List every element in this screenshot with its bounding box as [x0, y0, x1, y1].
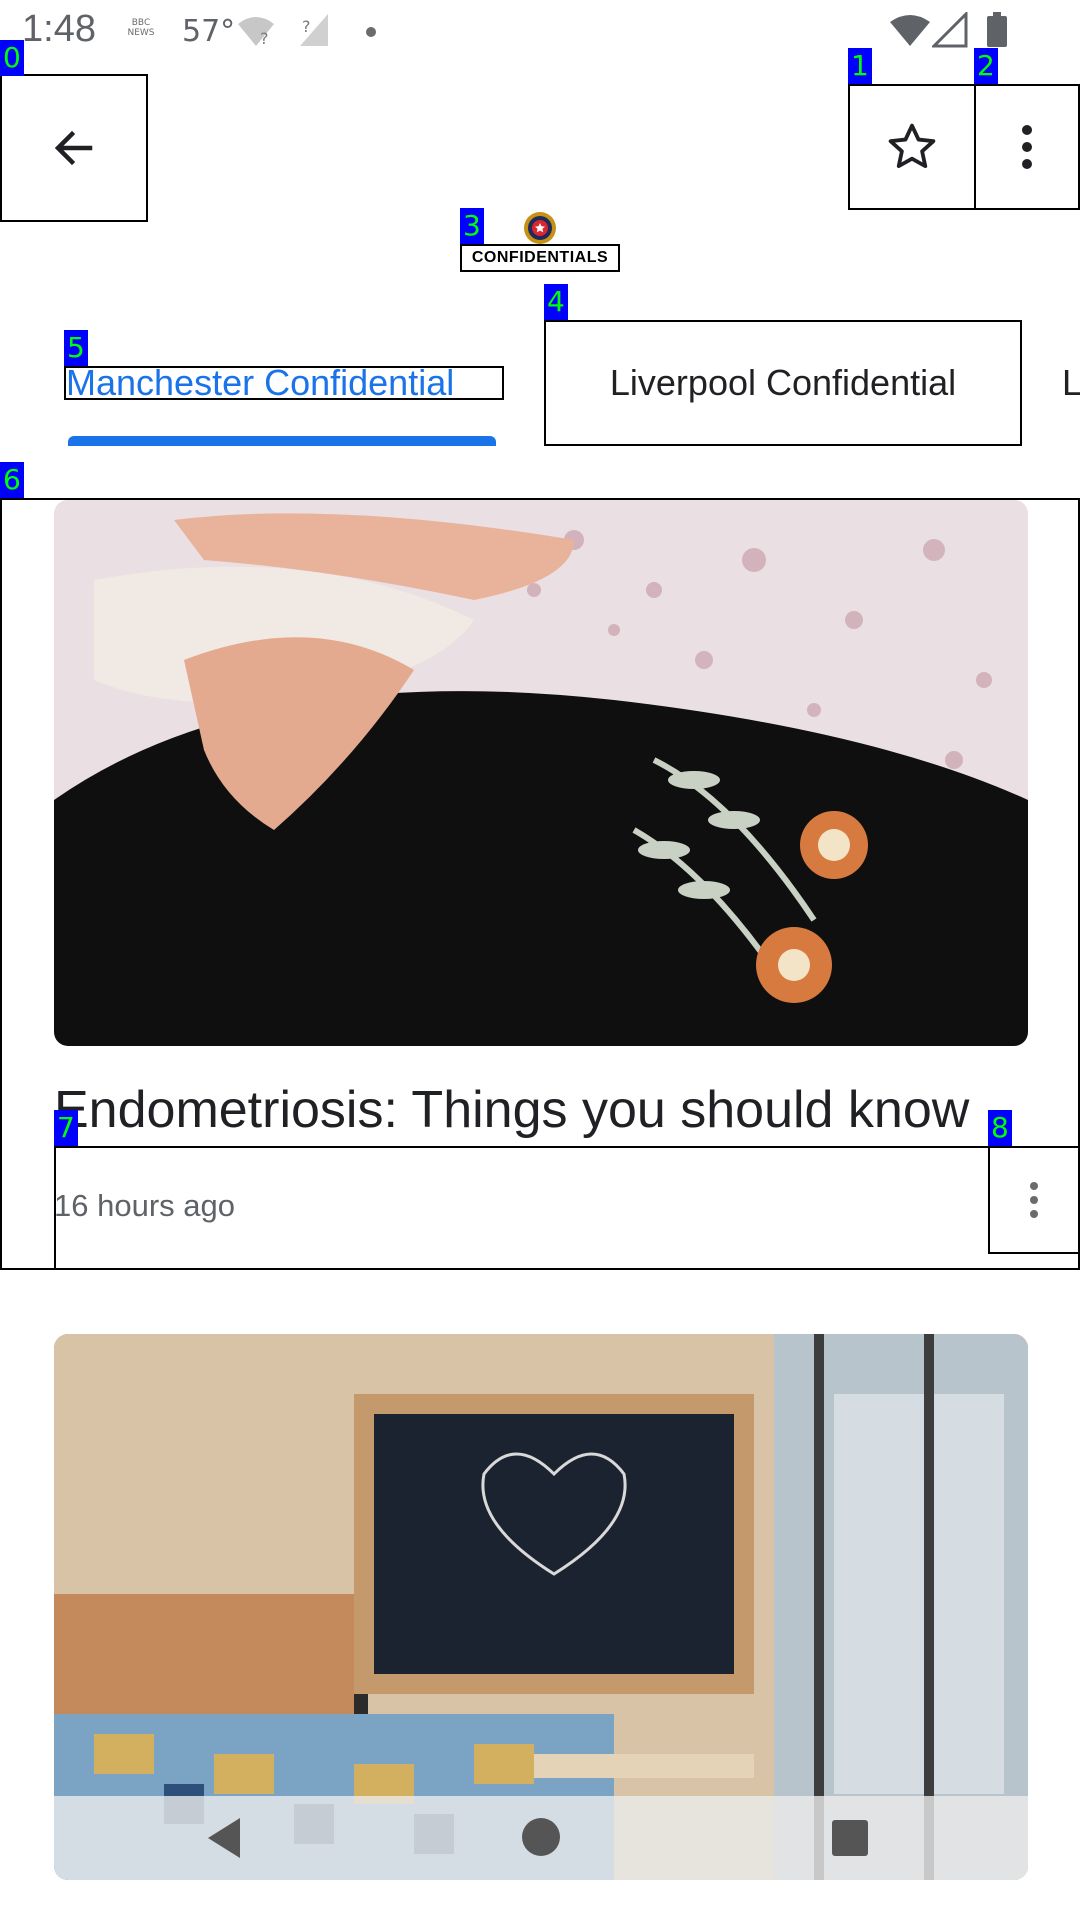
nav-back-icon[interactable]	[204, 1816, 244, 1860]
annotation-tag: 6	[0, 462, 24, 498]
article-more-button[interactable]	[988, 1146, 1080, 1254]
arrow-back-icon	[54, 130, 93, 166]
more-options-button[interactable]	[974, 84, 1080, 210]
battery-icon	[987, 12, 1007, 47]
signal-weak-icon: ?	[300, 14, 328, 46]
favorite-button[interactable]	[848, 84, 976, 210]
tab-indicator	[68, 436, 496, 446]
article-title: Endometriosis: Things you should know	[54, 1081, 970, 1139]
confidentials-logo: CONFIDENTIALS	[460, 244, 620, 272]
tab-partial[interactable]: L	[1062, 362, 1080, 404]
back-button[interactable]	[0, 74, 148, 222]
annotation-tag: 4	[544, 284, 568, 320]
logo-text: CONFIDENTIALS	[471, 249, 609, 266]
bbc-news-icon: BBC NEWS	[127, 18, 155, 38]
svg-text:?: ?	[260, 29, 269, 48]
more-vert-icon	[1022, 125, 1032, 169]
tab-label: Manchester Confidential	[66, 362, 455, 403]
star-outline-icon	[888, 123, 936, 169]
annotation-tag: 0	[0, 40, 24, 76]
notification-dot-icon	[366, 27, 376, 37]
tab-label: L	[1062, 362, 1080, 403]
tab-liverpool-confidential[interactable]: Liverpool Confidential	[544, 320, 1022, 446]
more-vert-icon	[1030, 1182, 1038, 1218]
status-time: 1:48	[22, 8, 96, 50]
logo-emblem-icon	[524, 212, 556, 244]
weather-temperature: 57°	[182, 14, 236, 49]
tab-label: Liverpool Confidential	[609, 362, 957, 403]
tab-manchester-confidential[interactable]: Manchester Confidential	[64, 362, 504, 403]
nav-recents-icon[interactable]	[830, 1818, 870, 1858]
annotation-tag: 8	[988, 1110, 1012, 1146]
annotation-tag: 1	[848, 48, 872, 84]
article-image	[54, 500, 1028, 1046]
wifi-icon	[890, 15, 930, 46]
wifi-question-icon: ?	[238, 17, 274, 48]
annotation-tag: 5	[64, 330, 88, 366]
annotation-tag: 2	[974, 48, 998, 84]
system-navigation-bar	[54, 1796, 1028, 1880]
status-bar: 1:48 BBC NEWS 57° ? ?	[0, 0, 1080, 66]
svg-text:?: ?	[302, 17, 311, 36]
article-timestamp: 16 hours ago	[54, 1188, 235, 1223]
signal-icon	[932, 12, 968, 48]
annotation-tag: 7	[54, 1110, 78, 1146]
annotation-tag: 3	[460, 208, 484, 244]
nav-home-icon[interactable]	[520, 1816, 562, 1858]
